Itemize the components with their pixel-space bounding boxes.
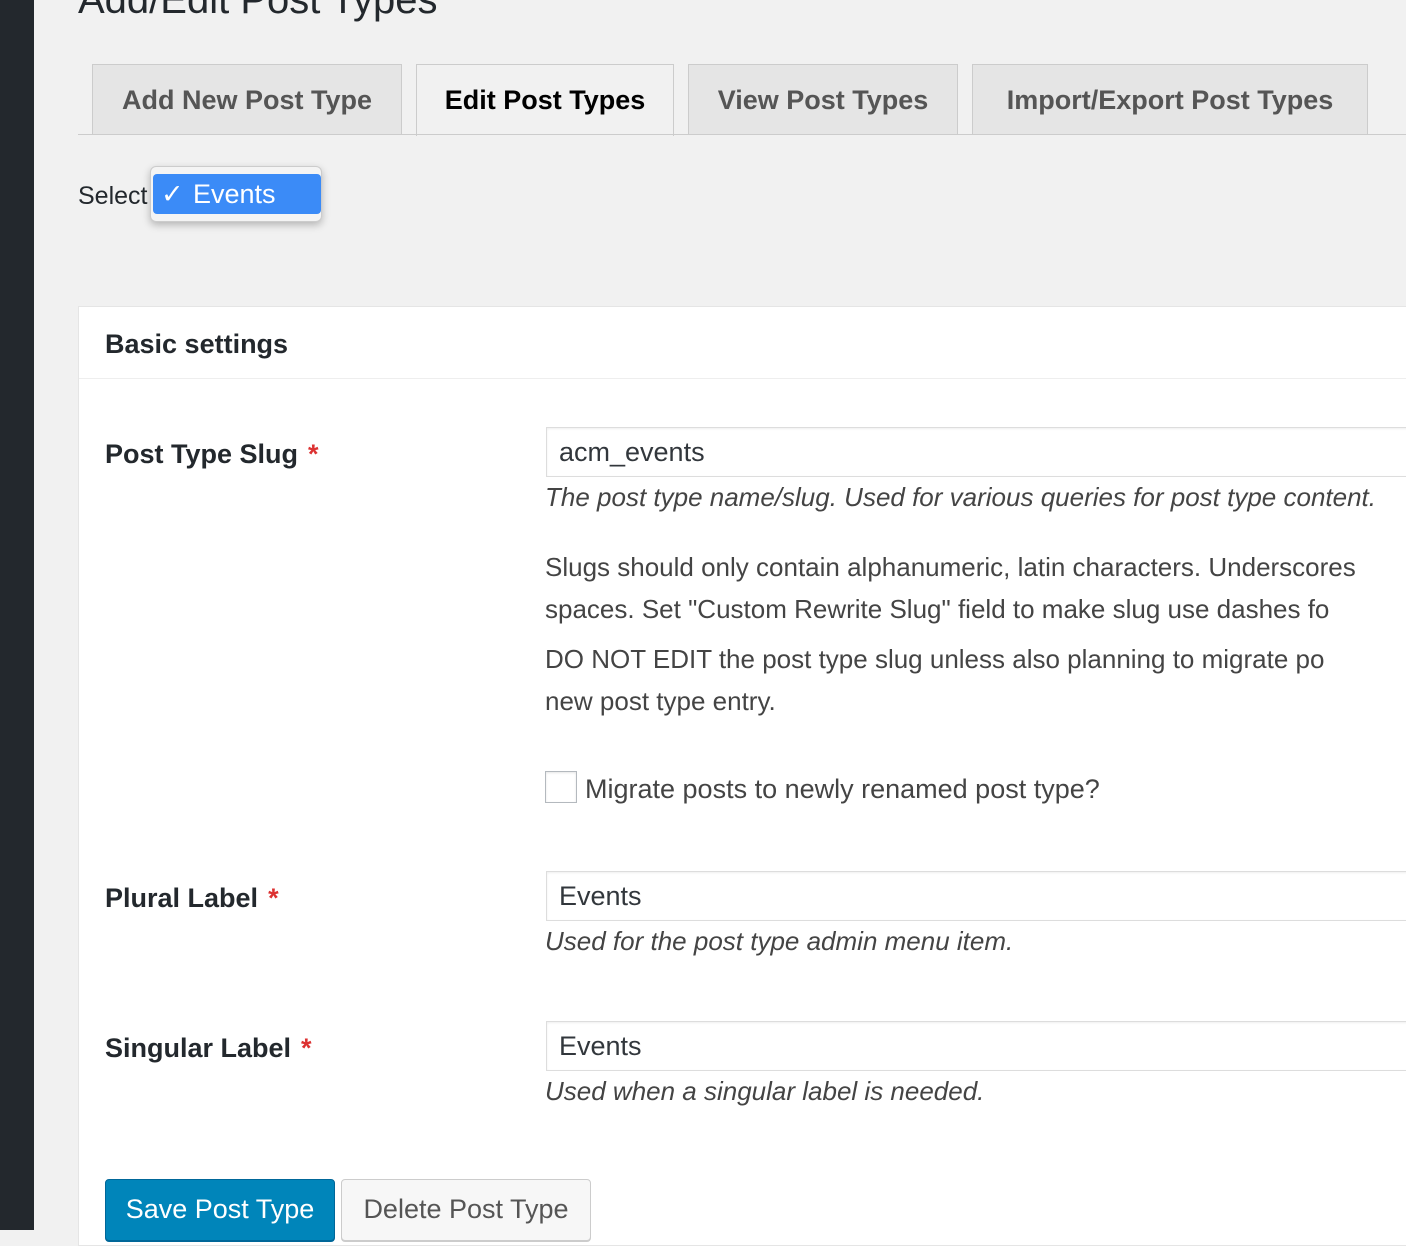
panel-header: Basic settings	[79, 307, 1406, 379]
tab-edit-post-types[interactable]: Edit Post Types	[416, 64, 674, 136]
select-label: Select	[78, 182, 148, 210]
singular-label-input[interactable]: Events	[546, 1021, 1406, 1071]
select-option-events[interactable]: ✓ Events	[153, 174, 321, 214]
post-type-slug-help: The post type name/slug. Used for variou…	[545, 482, 1376, 512]
migrate-posts-label[interactable]: Migrate posts to newly renamed post type…	[585, 774, 1100, 805]
post-type-slug-input[interactable]: acm_events	[546, 427, 1406, 477]
page-title: Add/Edit Post Types	[78, 0, 438, 22]
post-type-slug-label-text: Post Type Slug	[105, 439, 299, 469]
singular-label-label: Singular Label *	[105, 1033, 312, 1064]
tab-import-export-post-types[interactable]: Import/Export Post Types	[972, 64, 1368, 134]
plural-label-help: Used for the post type admin menu item.	[545, 926, 1014, 956]
migrate-posts-checkbox[interactable]	[545, 771, 577, 803]
plural-label-label: Plural Label *	[105, 883, 279, 914]
required-indicator: *	[301, 1033, 312, 1063]
post-type-select-dropdown[interactable]: ✓ Events	[150, 166, 322, 222]
select-option-label: Events	[193, 179, 276, 209]
slug-warning-line-1: DO NOT EDIT the post type slug unless al…	[545, 644, 1325, 674]
admin-sidebar	[0, 0, 34, 1230]
slug-note-line-2: spaces. Set "Custom Rewrite Slug" field …	[545, 594, 1330, 624]
save-post-type-button[interactable]: Save Post Type	[105, 1179, 335, 1241]
tab-view-post-types[interactable]: View Post Types	[688, 64, 958, 134]
panel-title: Basic settings	[105, 329, 289, 359]
checkmark-icon: ✓	[161, 179, 184, 209]
plural-label-label-text: Plural Label	[105, 883, 259, 913]
post-type-slug-label: Post Type Slug *	[105, 439, 319, 470]
singular-label-help: Used when a singular label is needed.	[545, 1076, 985, 1106]
required-indicator: *	[268, 883, 279, 913]
slug-note-line-1: Slugs should only contain alphanumeric, …	[545, 552, 1356, 582]
delete-post-type-button[interactable]: Delete Post Type	[341, 1179, 591, 1241]
required-indicator: *	[308, 439, 319, 469]
tabs-divider	[78, 134, 1406, 135]
slug-warning-line-2: new post type entry.	[545, 686, 776, 716]
plural-label-input[interactable]: Events	[546, 871, 1406, 921]
singular-label-label-text: Singular Label	[105, 1033, 292, 1063]
basic-settings-panel: Basic settings Post Type Slug * acm_event…	[78, 306, 1406, 1246]
tab-add-new-post-type[interactable]: Add New Post Type	[92, 64, 402, 134]
